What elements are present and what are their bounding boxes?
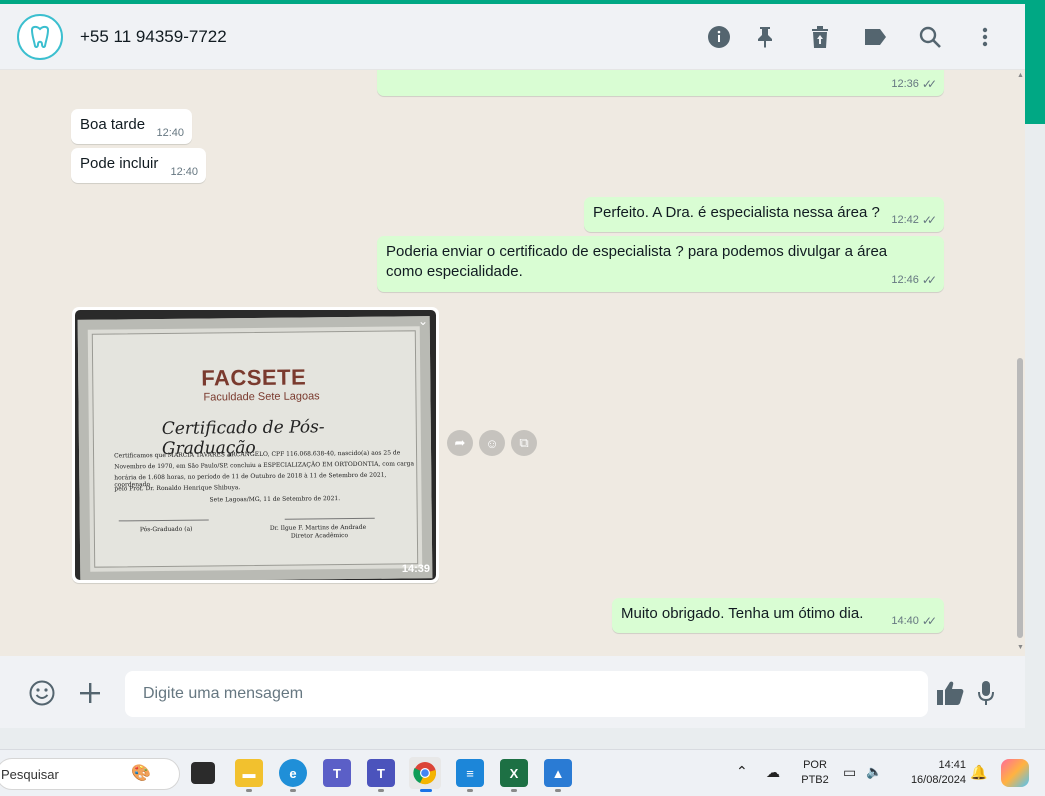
message-bubble[interactable]: Perfeito. A Dra. é especialista nessa ár… — [584, 197, 944, 232]
taskbar-search[interactable]: Pesquisar 🎨 — [0, 758, 180, 790]
message-time: 12:42 ✓✓ — [891, 213, 937, 227]
read-ticks-icon: ✓✓ — [921, 614, 937, 628]
chevron-up-icon[interactable]: ⌃ — [736, 763, 748, 780]
thumbs-up-icon[interactable] — [935, 678, 965, 708]
contact-name[interactable]: +55 11 94359-7722 — [80, 27, 227, 47]
contact-avatar[interactable] — [17, 14, 63, 60]
copy-icon[interactable]: ⧉ — [511, 430, 537, 456]
edge-icon[interactable]: e — [279, 759, 307, 787]
delete-icon[interactable] — [807, 24, 833, 50]
search-highlight-icon: 🎨 — [131, 765, 151, 782]
chevron-down-icon[interactable]: ⌄ — [418, 314, 428, 328]
network-icon[interactable]: ▭ — [843, 764, 856, 781]
message-text: Muito obrigado. Tenha um ótimo dia. — [621, 605, 864, 622]
scroll-thumb[interactable] — [1017, 358, 1023, 638]
message-text: Perfeito. A Dra. é especialista nessa ár… — [593, 204, 880, 221]
certificate-photo[interactable]: FACSETE Faculdade Sete Lagoas Certificad… — [75, 310, 436, 580]
certificate-signature-label: Dr. Ilgue F. Martins de Andrade — [269, 523, 367, 532]
file-explorer-icon[interactable]: ▬ — [235, 759, 263, 787]
certificate-document: FACSETE Faculdade Sete Lagoas Certificad… — [77, 316, 433, 580]
message-bubble[interactable]: Poderia enviar o certificado de especial… — [377, 236, 944, 292]
message-time: 12:36 ✓✓ — [891, 77, 937, 91]
forward-icon[interactable]: ➦ — [447, 430, 473, 456]
certificate-text: pelo Prof. Dr. Ronaldo Henrique Shibuya. — [114, 484, 241, 493]
volume-icon[interactable]: 🔈 — [866, 764, 882, 780]
certificate-logo: FACSETE — [201, 364, 307, 391]
task-view-icon[interactable] — [191, 762, 215, 784]
image-message[interactable]: FACSETE Faculdade Sete Lagoas Certificad… — [72, 307, 439, 583]
scroll-up-icon[interactable]: ▲ — [1017, 72, 1024, 79]
message-time: 14:39 — [401, 563, 430, 575]
message-bubble[interactable]: Boa tarde 12:40 — [71, 109, 192, 144]
message-bubble[interactable]: 12:36 ✓✓ — [377, 70, 944, 96]
read-ticks-icon: ✓✓ — [921, 273, 937, 287]
taskbar-clock[interactable]: 14:41 16/08/2024 — [898, 759, 966, 786]
message-time: 12:40 — [170, 166, 198, 178]
windows-taskbar: Pesquisar 🎨 ▬ e T T ≡ X ▲ ⌃ ☁ POR PTB2 ▭… — [0, 749, 1045, 796]
certificate-place-date: Sete Lagoas/MG, 11 de Setembro de 2021. — [209, 495, 341, 504]
certificate-signature-label: Pós-Graduado (a) — [139, 525, 193, 534]
teams-icon[interactable]: T — [323, 759, 351, 787]
message-actions: ➦ ☺ ⧉ — [447, 430, 537, 456]
chrome-icon[interactable] — [409, 757, 441, 789]
label-icon[interactable] — [862, 24, 888, 50]
photos-icon[interactable]: ▲ — [544, 759, 572, 787]
read-ticks-icon: ✓✓ — [921, 77, 937, 91]
attach-plus-icon[interactable] — [75, 678, 105, 708]
copilot-icon[interactable] — [1001, 759, 1029, 787]
pin-icon[interactable] — [752, 24, 778, 50]
notification-bell-icon[interactable]: 🔔 — [970, 764, 987, 781]
certificate-subtitle: Faculdade Sete Lagoas — [203, 390, 320, 404]
emoji-react-icon[interactable]: ☺ — [479, 430, 505, 456]
teams-work-icon[interactable]: T — [367, 759, 395, 787]
certificate-text: Novembro de 1970, em São Paulo/SP, concl… — [114, 460, 415, 471]
language-indicator[interactable]: POR PTB2 — [800, 759, 830, 786]
chat-header: +55 11 94359-7722 — [0, 4, 1025, 70]
cloud-offline-icon[interactable]: ☁ — [766, 764, 780, 781]
message-time: 12:40 — [156, 127, 184, 139]
menu-icon[interactable] — [972, 24, 998, 50]
message-time: 14:40 ✓✓ — [891, 614, 937, 628]
microphone-icon[interactable] — [971, 678, 1001, 708]
certificate-text: Certificamos que MARCIA TAVARES ARCANGEL… — [114, 449, 401, 460]
scroll-down-icon[interactable]: ▼ — [1017, 644, 1024, 651]
excel-icon[interactable]: X — [500, 759, 528, 787]
notepad-icon[interactable]: ≡ — [456, 759, 484, 787]
message-composer — [0, 656, 1025, 728]
message-time: 12:46 ✓✓ — [891, 273, 937, 287]
message-bubble[interactable]: Pode incluir 12:40 — [71, 148, 206, 183]
taskbar-search-label: Pesquisar — [1, 767, 59, 782]
certificate-signature-label: Diretor Acadêmico — [290, 532, 349, 540]
read-ticks-icon: ✓✓ — [921, 213, 937, 227]
message-bubble[interactable]: Muito obrigado. Tenha um ótimo dia. 14:4… — [612, 598, 944, 633]
chat-scrollbar[interactable]: ▲ ▼ — [1015, 70, 1025, 656]
message-input[interactable] — [125, 671, 928, 717]
window-edge — [1025, 124, 1045, 749]
window-edge-accent — [1025, 0, 1045, 124]
tooth-logo-icon — [30, 25, 50, 49]
search-icon[interactable] — [917, 24, 943, 50]
info-icon[interactable] — [706, 24, 732, 50]
message-text: Poderia enviar o certificado de especial… — [386, 243, 888, 280]
emoji-icon[interactable] — [27, 678, 57, 708]
